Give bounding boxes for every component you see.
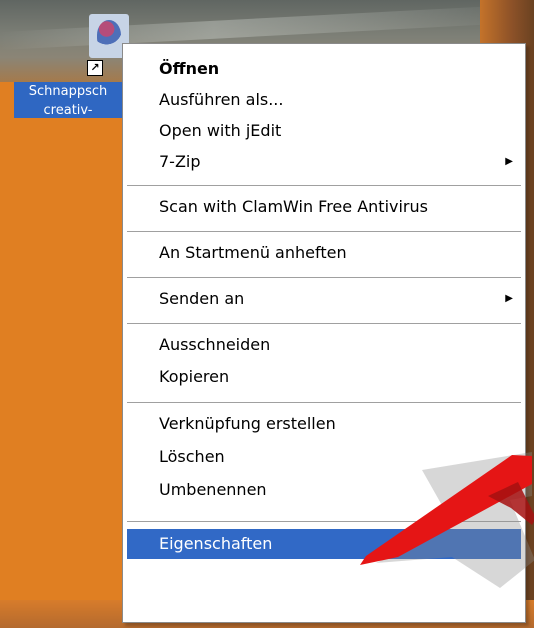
- menu-item-label: Öffnen: [159, 59, 220, 78]
- menu-item-umbenennen[interactable]: Umbenennen: [127, 475, 521, 505]
- menu-separator: [127, 185, 521, 186]
- menu-item-eigenschaften[interactable]: Eigenschaften: [127, 529, 521, 559]
- menu-item-label: 7-Zip: [159, 152, 201, 171]
- shortcut-label[interactable]: Schnappsch creativ-: [14, 82, 122, 118]
- menu-separator: [127, 323, 521, 324]
- menu-item-ausfuehren-als[interactable]: Ausführen als...: [127, 85, 521, 115]
- menu-item-label: Ausschneiden: [159, 335, 271, 354]
- menu-item-label: Ausführen als...: [159, 90, 284, 109]
- menu-item-label: Umbenennen: [159, 480, 267, 499]
- menu-item-loeschen[interactable]: Löschen: [127, 442, 521, 472]
- menu-item-label: Löschen: [159, 447, 225, 466]
- chevron-right-icon: ▶: [505, 156, 513, 167]
- menu-item-ausschneiden[interactable]: Ausschneiden: [127, 330, 521, 360]
- program-logo-icon: [97, 20, 121, 50]
- menu-separator: [127, 521, 521, 522]
- menu-item-label: Verknüpfung erstellen: [159, 414, 336, 433]
- shortcut-arrow-icon: ↗: [87, 60, 103, 76]
- shortcut-label-line1: Schnappsch: [28, 84, 108, 99]
- menu-item-senden-an[interactable]: Senden an ▶: [127, 284, 521, 314]
- menu-item-verknuepfung-erstellen[interactable]: Verknüpfung erstellen: [127, 409, 521, 439]
- chevron-right-icon: ▶: [505, 293, 513, 304]
- menu-item-label: Senden an: [159, 289, 245, 308]
- menu-item-scan-clamwin[interactable]: Scan with ClamWin Free Antivirus: [127, 192, 521, 222]
- menu-separator: [127, 402, 521, 403]
- menu-item-7zip[interactable]: 7-Zip ▶: [127, 147, 521, 177]
- menu-item-label: An Startmenü anheften: [159, 243, 347, 262]
- menu-item-oeffnen[interactable]: Öffnen: [127, 54, 521, 84]
- menu-item-label: Kopieren: [159, 367, 230, 386]
- menu-item-startmenu-anheften[interactable]: An Startmenü anheften: [127, 238, 521, 268]
- menu-item-kopieren[interactable]: Kopieren: [127, 362, 521, 392]
- context-menu: Öffnen Ausführen als... Open with jEdit …: [122, 43, 526, 623]
- menu-item-label: Eigenschaften: [159, 534, 273, 553]
- menu-separator: [127, 231, 521, 232]
- menu-item-label: Scan with ClamWin Free Antivirus: [159, 197, 428, 216]
- shortcut-label-line2: creativ-: [43, 103, 93, 118]
- menu-item-label: Open with jEdit: [159, 121, 282, 140]
- menu-separator: [127, 277, 521, 278]
- menu-item-open-with-jedit[interactable]: Open with jEdit: [127, 116, 521, 146]
